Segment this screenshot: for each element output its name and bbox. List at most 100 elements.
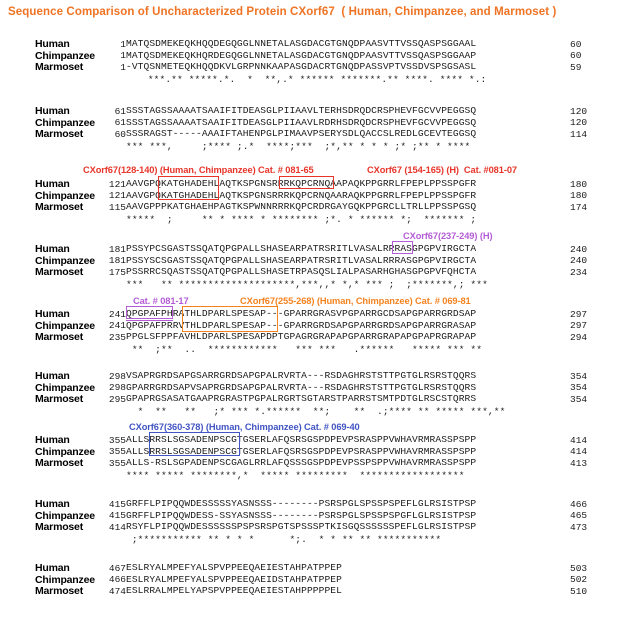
sequence-text: PSSYSCSGASTSSQATQPGPALLSHASEARPATRSRITLV… [126,254,477,266]
residue-start-number: 235 [108,331,126,343]
sequence-text: AAVGPQKATGHADEHLAQTKSPGNSRRRKQPCRNQAAPAQ… [126,178,477,189]
organism-label: Marmoset [35,457,83,470]
residue-end-number: 174 [570,201,588,213]
residue-end-number: 510 [570,585,588,597]
annotation-label-cxorf67-255-268: CXorf67(255-268) (Human, Chimpanzee) Cat… [240,296,471,306]
residue-end-number: 60 [570,38,582,50]
sequence-text: GRFFLPIPQQWDESS-SSYASNSSS--------PSRSPGL… [126,509,477,521]
alignment-row: Chimpanzee 1 MATQSDMEKEQKHQRDEGQGGLNNETALA… [0,50,631,62]
residue-start-number: 181 [108,255,126,267]
organism-label: Human [35,434,70,446]
residue-end-number: 297 [570,308,588,320]
alignment-row: Chimpanzee 298 GPARRGRDSAPVSAPRGRDSAPGPALR… [0,382,631,394]
residue-end-number: 234 [570,266,588,278]
sequence-text: GPARRGRDSAPVSAPRGRDSAPGPALRVRTA---RSDAGH… [126,381,477,393]
residue-end-number: 414 [570,434,588,446]
alignment-page: Sequence Comparison of Uncharacterized P… [0,0,631,633]
residue-end-number: 180 [570,190,588,202]
residue-end-number: 240 [570,243,588,255]
residue-end-number: 503 [570,562,588,574]
alignment-row: Human 241 QPGPAFPHRATHLDPARLSPESAP---GPARR… [0,308,631,320]
residue-end-number: 180 [570,178,588,190]
annotation-label-cxorf67-360-378: CXorf67(360-378) (Human, Chimpanzee) Cat… [129,422,360,432]
organism-label: Marmoset [35,331,83,344]
residue-start-number: 298 [108,382,126,394]
organism-label: Marmoset [35,201,83,214]
page-title: Sequence Comparison of Uncharacterized P… [8,6,557,18]
residue-end-number: 413 [570,457,588,469]
conservation-line: *** ***, ;**** ;.* ****;*** ;*,** * * * … [126,140,471,152]
organism-label: Marmoset [35,128,83,141]
organism-label: Chimpanzee [35,254,95,267]
organism-label: Human [35,178,70,190]
residue-start-number: 1 [120,50,126,62]
sequence-text: MATQSDMEKEQKHQQDEGQGGLNNETALASGDACGTGNQD… [126,38,477,49]
sequence-text: GPAPRGSASATGAAPRGRASTPGPALRGRTSGTARSTPAR… [126,393,477,405]
alignment-row: Human 1 MATQSDMEKEQKHQQDEGQGGLNNETALASGDAC… [0,38,631,50]
residue-start-number: 355 [108,457,126,469]
alignment-row: Human 61 SSSTAGSSAAAATSAAIFITDEASGLPIIAAVL… [0,105,631,117]
residue-start-number: 241 [108,320,126,332]
sequence-text: ESLRYALMPEFYALSPVPPEEQAEIDSTAHPATPPEP [126,573,342,585]
organism-label: Chimpanzee [35,116,95,129]
residue-end-number: 120 [570,105,588,117]
residue-start-number: 60 [114,128,126,140]
residue-end-number: 502 [570,574,588,586]
sequence-text: ESLRYALMPEFYALSPVPPEEQAEIESTAHPATPPEP [126,562,342,573]
annotation-label-cxorf67-154-165: CXorf67 (154-165) (H) Cat. #081-07 [367,165,517,175]
sequence-text: QPGPAFPHRATHLDPARLSPESAP---GPARRGRASVPGP… [126,308,477,319]
alignment-row: Marmoset 175 PSSRRCSQASTSSQATQPGPALLSHASET… [0,266,631,278]
alignment-row: Human 121 AAVGPQKATGHADEHLAQTKSPGNSRRRKQPC… [0,178,631,190]
sequence-text: AAVGPPPKATGHAEHPAGTKSPWNNRRRKQPCRDRGAYGQ… [126,201,477,213]
residue-start-number: 355 [108,434,126,446]
conservation-line: *** ** ********************,***,,* *,* *… [126,278,488,290]
sequence-text: ALLS-RSLSGPADENPSCGAGLRRLAFQSSSGSPDPEVPS… [126,457,477,469]
sequence-text: MATQSDMEKEQKHQRDEGQGGLNNETALASGDACGTGNQD… [126,49,477,61]
conservation-line: * ** ** ;* *** *.****** **; ** .;**** **… [126,405,506,417]
sequence-text: AAVGPQKATGHADEHLAQTKSPGNSRRRKQPCRNQAARAQ… [126,189,477,201]
alignment-row: Human 415 GRFFLPIPQQWDESSSSSYASNSSS-------… [0,498,631,510]
sequence-text: PPGLSFPPFAVHLDPARLSPESAPDPTGPAGRGRAPAPGP… [126,331,477,343]
alignment-row: Chimpanzee 355 ALLSRRSLSGSADENPSCGTGSERLAF… [0,446,631,458]
organism-label: Chimpanzee [35,445,95,458]
residue-start-number: 466 [108,574,126,586]
residue-end-number: 114 [570,128,588,140]
organism-label: Marmoset [35,521,83,534]
alignment-row: Human 298 VSAPRGRDSAPGSARRGRDSAPGPALRVRTA-… [0,370,631,382]
residue-end-number: 120 [570,117,588,129]
residue-end-number: 59 [570,61,582,73]
organism-label: Chimpanzee [35,49,95,62]
residue-end-number: 354 [570,382,588,394]
alignment-row: Chimpanzee 121 AAVGPQKATGHADEHLAQTKSPGNSRR… [0,190,631,202]
alignment-row: Marmoset 414 RSYFLPIPQQWDESSSSSSPSPSRSPGTS… [0,521,631,533]
organism-label: Human [35,38,70,50]
alignment-row: Chimpanzee 466 ESLRYALMPEFYALSPVPPEEQAEIDS… [0,574,631,586]
organism-label: Human [35,370,70,382]
residue-end-number: 294 [570,331,588,343]
alignment-row: Human 467 ESLRYALMPEFYALSPVPPEEQAEIESTAHPA… [0,562,631,574]
alignment-row: Chimpanzee 415 GRFFLPIPQQWDESS-SSYASNSSS--… [0,510,631,522]
residue-start-number: 115 [108,201,126,213]
conservation-line: ;*********** ** * * * *;. * * ** ** ****… [126,533,442,545]
residue-start-number: 415 [108,498,126,510]
organism-label: Human [35,243,70,255]
residue-start-number: 61 [114,105,126,117]
alignment-row: Marmoset 235 PPGLSFPPFAVHLDPARLSPESAPDPTGP… [0,331,631,343]
sequence-text: SSSRAGST-----AAAIFTAHENPGLPIMAAVPSERYSDL… [126,128,477,140]
residue-start-number: 241 [108,308,126,320]
residue-end-number: 473 [570,521,588,533]
conservation-line: **** ***** ********,* ***** ********* **… [126,469,465,481]
alignment-row: Chimpanzee 61 SSSTAGSSAAAATSAAIFITDEASGLPI… [0,117,631,129]
residue-start-number: 295 [108,393,126,405]
organism-label: Human [35,105,70,117]
residue-start-number: 181 [108,243,126,255]
sequence-text: SSSTAGSSAAAATSAAIFITDEASGLPIIAAVLRDRHSDR… [126,116,477,128]
annotation-underline-cat-081-17 [126,320,173,321]
residue-start-number: 355 [108,446,126,458]
organism-label: Marmoset [35,393,83,406]
residue-end-number: 466 [570,498,588,510]
sequence-text: QPGPAFPRRVTHLDPARLSPESAP---GPARRGRDSAPGP… [126,319,477,331]
alignment-row: Marmoset 60 SSSRAGST-----AAAIFTAHENPGLPIMA… [0,128,631,140]
alignment-row: Human 181 PSSYPCSGASTSSQATQPGPALLSHASEARPA… [0,243,631,255]
residue-start-number: 175 [108,266,126,278]
